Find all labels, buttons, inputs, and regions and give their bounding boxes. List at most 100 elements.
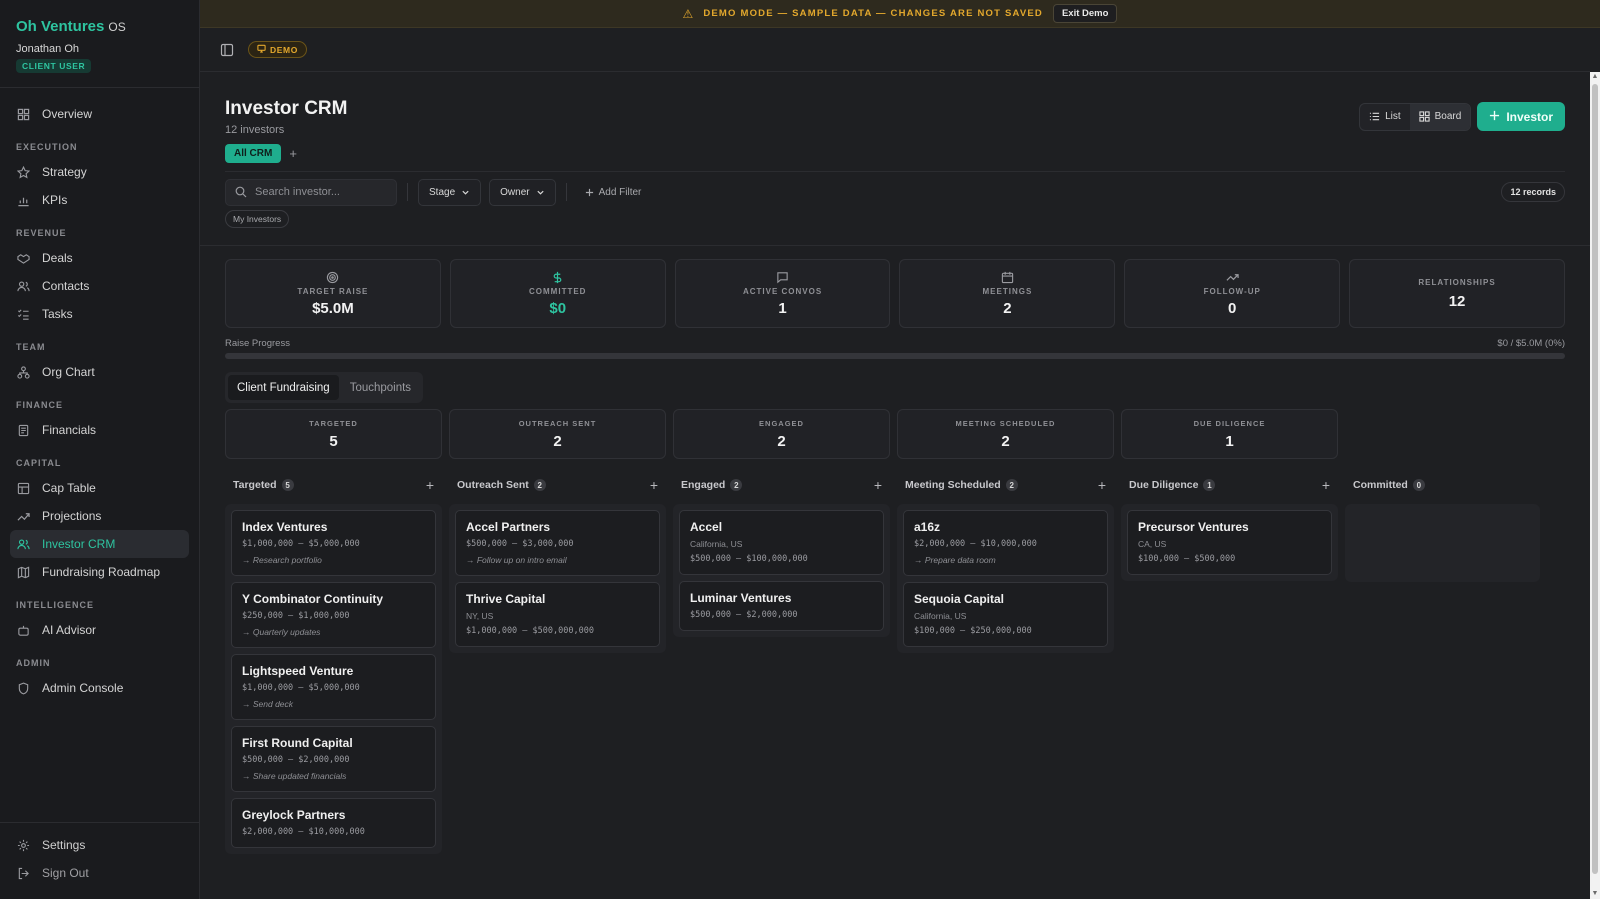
sidebar-item-ai-advisor[interactable]: AI Advisor <box>10 616 189 644</box>
column-body: a16z $2,000,000 – $10,000,000 → Prepare … <box>897 504 1114 653</box>
list-view-label: List <box>1385 111 1401 122</box>
investor-card[interactable]: Thrive Capital NY, US $1,000,000 – $500,… <box>455 582 660 647</box>
tab-client-fundraising[interactable]: Client Fundraising <box>228 375 339 400</box>
add-card-button[interactable]: + <box>1322 477 1330 493</box>
scroll-up-arrow-icon[interactable]: ▲ <box>1591 73 1599 81</box>
column-body-empty <box>1345 504 1540 582</box>
sidebar-item-admin-console[interactable]: Admin Console <box>10 674 189 702</box>
search-input[interactable] <box>255 186 385 198</box>
sidebar-item-sign-out[interactable]: Sign Out <box>10 859 189 887</box>
page-scrollbar[interactable]: ▲ ▼ <box>1590 72 1600 899</box>
stage-summary-value: 5 <box>329 432 338 450</box>
investor-card[interactable]: Lightspeed Venture $1,000,000 – $5,000,0… <box>231 654 436 720</box>
sidebar-toggle-icon[interactable] <box>220 43 234 57</box>
stage-summary-card: TARGETED 5 <box>225 409 442 459</box>
investment-range: $500,000 – $100,000,000 <box>690 554 808 564</box>
warning-icon: ⚠ <box>682 6 694 21</box>
sidebar-item-overview[interactable]: Overview <box>10 100 189 128</box>
investor-location: NY, US <box>466 611 494 621</box>
board-column-meeting-scheduled: Meeting Scheduled 2 + a16z $2,000,000 – … <box>897 472 1114 854</box>
sidebar-item-tasks[interactable]: Tasks <box>10 300 189 328</box>
sidebar-item-contacts[interactable]: Contacts <box>10 272 189 300</box>
investor-card[interactable]: Greylock Partners $2,000,000 – $10,000,0… <box>231 798 436 848</box>
logout-icon <box>16 866 30 880</box>
sidebar-item-projections[interactable]: Projections <box>10 502 189 530</box>
investor-card[interactable]: Sequoia Capital California, US $100,000 … <box>903 582 1108 647</box>
investor-name: Lightspeed Venture <box>242 664 354 678</box>
sidebar-item-fundraising-roadmap[interactable]: Fundraising Roadmap <box>10 558 189 586</box>
user-role-badge: CLIENT USER <box>16 59 92 73</box>
add-card-button[interactable]: + <box>426 477 434 493</box>
sidebar-item-settings[interactable]: Settings <box>10 831 189 859</box>
nav-section-intelligence: INTELLIGENCE <box>16 600 95 610</box>
investor-card[interactable]: Index Ventures $1,000,000 – $5,000,000 →… <box>231 510 436 576</box>
view-tab-all-crm[interactable]: All CRM <box>225 144 282 163</box>
nav-section-finance: FINANCE <box>16 400 63 410</box>
investor-card[interactable]: a16z $2,000,000 – $10,000,000 → Prepare … <box>903 510 1108 576</box>
investment-range: $1,000,000 – $500,000,000 <box>466 626 594 636</box>
page-subtitle: 12 investors <box>225 124 285 136</box>
investor-card[interactable]: Y Combinator Continuity $250,000 – $1,00… <box>231 582 436 648</box>
sidebar-item-org-chart[interactable]: Org Chart <box>10 358 189 386</box>
stage-summary-value: 2 <box>777 432 786 450</box>
add-investor-button[interactable]: Investor <box>1477 102 1565 131</box>
board-view-button[interactable]: Board <box>1409 103 1471 130</box>
investor-card[interactable]: Precursor Ventures CA, US $100,000 – $50… <box>1127 510 1332 575</box>
trending-icon <box>1226 271 1239 284</box>
add-view-button[interactable]: + <box>289 146 297 161</box>
column-count: 0 <box>1412 479 1425 491</box>
add-filter-label: Add Filter <box>598 186 642 198</box>
brand-name[interactable]: Oh Ventures <box>16 18 104 35</box>
exit-demo-button[interactable]: Exit Demo <box>1052 4 1118 23</box>
sidebar-item-cap-table[interactable]: Cap Table <box>10 474 189 502</box>
scrollbar-thumb[interactable] <box>1592 84 1598 874</box>
column-title: Due Diligence <box>1129 479 1199 491</box>
investor-name: Index Ventures <box>242 520 328 534</box>
sidebar-item-investor-crm[interactable]: Investor CRM <box>10 530 189 558</box>
owner-dropdown[interactable]: Owner <box>489 178 556 206</box>
add-card-button[interactable]: + <box>650 477 658 493</box>
dollar-icon <box>551 271 564 284</box>
board-column-engaged: Engaged 2 + Accel California, US $500,00… <box>673 472 890 854</box>
column-count: 2 <box>533 479 546 491</box>
sidebar-item-deals[interactable]: Deals <box>10 244 189 272</box>
users-icon <box>16 537 30 551</box>
sidebar-item-strategy[interactable]: Strategy <box>10 158 189 186</box>
user-name: Jonathan Oh <box>16 43 79 55</box>
stage-summary-value: 2 <box>1001 432 1010 450</box>
filter-divider <box>200 245 1590 246</box>
chevron-down-icon <box>461 188 470 197</box>
owner-dropdown-label: Owner <box>500 186 530 198</box>
column-header: Targeted 5 + <box>225 472 442 498</box>
stat-label: FOLLOW-UP <box>1203 286 1261 296</box>
page-title: Investor CRM <box>225 98 348 119</box>
board-view-label: Board <box>1434 111 1462 122</box>
org-chart-icon <box>16 365 30 379</box>
tab-touchpoints[interactable]: Touchpoints <box>341 375 420 400</box>
list-view-button[interactable]: List <box>1360 104 1410 130</box>
chevron-down-icon <box>536 188 545 197</box>
my-investors-chip[interactable]: My Investors <box>225 210 290 228</box>
investor-name: Sequoia Capital <box>914 592 1005 606</box>
sidebar-item-kpis[interactable]: KPIs <box>10 186 189 214</box>
add-card-button[interactable]: + <box>874 477 882 493</box>
stat-value: $0 <box>549 299 567 317</box>
add-filter-button[interactable]: Add Filter <box>577 187 650 198</box>
sidebar-item-financials[interactable]: Financials <box>10 416 189 444</box>
sidebar-item-label: Sign Out <box>42 866 89 880</box>
investor-card[interactable]: Luminar Ventures $500,000 – $2,000,000 <box>679 581 884 631</box>
investment-range: $2,000,000 – $10,000,000 <box>914 539 1037 549</box>
investor-card[interactable]: Accel Partners $500,000 – $3,000,000 → F… <box>455 510 660 576</box>
investor-card[interactable]: Accel California, US $500,000 – $100,000… <box>679 510 884 575</box>
column-title: Engaged <box>681 479 726 491</box>
scroll-down-arrow-icon[interactable]: ▼ <box>1591 890 1599 898</box>
investor-card[interactable]: First Round Capital $500,000 – $2,000,00… <box>231 726 436 792</box>
stage-dropdown[interactable]: Stage <box>418 178 482 206</box>
column-header: Engaged 2 + <box>673 472 890 498</box>
header-actions: List Board Investor <box>1359 102 1565 131</box>
sidebar-item-label: Investor CRM <box>42 537 116 551</box>
users-icon <box>16 279 30 293</box>
view-toggle: List Board <box>1359 102 1472 131</box>
stage-summary-card: MEETING SCHEDULED 2 <box>897 409 1114 459</box>
add-card-button[interactable]: + <box>1098 477 1106 493</box>
